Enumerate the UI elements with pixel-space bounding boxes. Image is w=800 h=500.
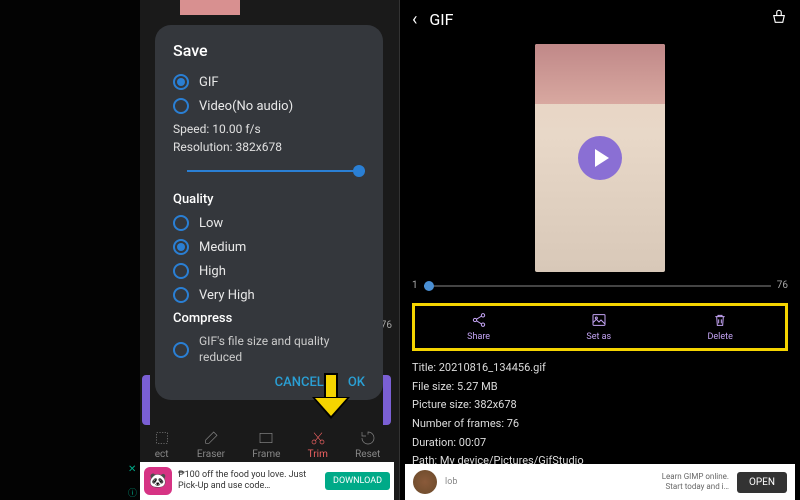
info-picsize: Picture size: 382x678 [412, 396, 788, 415]
share-label: Share [467, 332, 490, 342]
compress-desc: GIF's file size and quality reduced [199, 334, 365, 365]
file-info: Title: 20210816_134456.gif File size: 5.… [400, 359, 800, 479]
slider-track [187, 170, 365, 172]
timeline-thumb[interactable] [424, 281, 434, 291]
ad-app-icon: 🐼 [144, 467, 172, 495]
radio-icon [173, 215, 189, 231]
ad-info-icon[interactable]: ⓘ [128, 486, 140, 498]
quality-high-label: High [199, 264, 226, 279]
ad-text: ₱100 off the food you love. Just Pick-Up… [178, 470, 319, 492]
radio-icon [173, 342, 189, 358]
ad-label: lob [445, 477, 457, 487]
basket-icon[interactable] [770, 8, 788, 30]
trim-handle-right[interactable] [383, 375, 391, 425]
quality-low-option[interactable]: Low [173, 215, 365, 231]
header: ‹ GIF [400, 0, 800, 38]
resolution-slider[interactable] [173, 164, 365, 178]
compress-label: Compress [173, 311, 365, 326]
format-video-label: Video(No audio) [199, 99, 293, 114]
dialog-actions: CANCEL OK [173, 375, 365, 390]
info-duration: Duration: 00:07 [412, 434, 788, 453]
quality-low-label: Low [199, 216, 223, 231]
play-button[interactable] [578, 136, 622, 180]
ad-banner[interactable]: ✕ ⓘ 🐼 ₱100 off the food you love. Just P… [140, 462, 394, 500]
setas-button[interactable]: Set as [586, 312, 611, 342]
cancel-button[interactable]: CANCEL [275, 375, 324, 390]
dialog-title: Save [173, 41, 365, 60]
format-gif-label: GIF [199, 75, 219, 90]
radio-icon [173, 98, 189, 114]
editor-toolbar: ect Eraser Frame Trim Reset [140, 430, 394, 460]
resolution-line: Resolution: 382x678 [173, 140, 365, 154]
trim-handle-left[interactable] [142, 375, 150, 425]
quality-medium-option[interactable]: Medium [173, 239, 365, 255]
setas-label: Set as [586, 332, 611, 342]
quality-veryhigh-label: Very High [199, 288, 255, 303]
timeline-end: 76 [777, 280, 788, 291]
right-phone-screen: ‹ GIF 1 76 Share Set as Delete Title [400, 0, 800, 500]
delete-button[interactable]: Delete [707, 312, 732, 342]
ok-button[interactable]: OK [348, 375, 365, 390]
speed-line: Speed: 10.00 f/s [173, 122, 365, 136]
ad-text: Learn GIMP online. Start today and i… [465, 472, 729, 493]
timeline-start: 1 [412, 280, 418, 291]
info-title: Title: 20210816_134456.gif [412, 359, 788, 378]
info-frames: Number of frames: 76 [412, 415, 788, 434]
quality-high-option[interactable]: High [173, 263, 365, 279]
quality-medium-label: Medium [199, 240, 246, 255]
radio-icon [173, 263, 189, 279]
quality-veryhigh-option[interactable]: Very High [173, 287, 365, 303]
preview-strip [180, 0, 240, 15]
timeline-track[interactable] [424, 285, 771, 287]
slider-thumb[interactable] [353, 165, 365, 177]
format-video-option[interactable]: Video(No audio) [173, 98, 365, 114]
radio-icon [173, 74, 189, 90]
save-dialog: Save GIF Video(No audio) Speed: 10.00 f/… [155, 25, 383, 400]
share-button[interactable]: Share [467, 312, 490, 342]
page-title: GIF [429, 10, 758, 29]
tool-select[interactable]: ect [154, 430, 170, 460]
radio-icon [173, 239, 189, 255]
ad-app-icon [413, 470, 437, 494]
ad-open-button[interactable]: OPEN [737, 472, 787, 493]
quality-label: Quality [173, 192, 365, 207]
tool-reset[interactable]: Reset [355, 430, 380, 460]
playback-timeline[interactable]: 1 76 [400, 272, 800, 299]
info-filesize: File size: 5.27 MB [412, 378, 788, 397]
format-gif-option[interactable]: GIF [173, 74, 365, 90]
tool-eraser[interactable]: Eraser [197, 430, 225, 460]
tool-trim[interactable]: Trim [308, 430, 328, 460]
ad-download-button[interactable]: DOWNLOAD [325, 472, 390, 490]
ad-close-icon[interactable]: ✕ [128, 464, 140, 476]
preview-bg-top [535, 44, 665, 104]
tool-frame[interactable]: Frame [252, 430, 280, 460]
actions-highlight: Share Set as Delete [412, 303, 788, 351]
delete-label: Delete [707, 332, 732, 342]
compress-option[interactable]: GIF's file size and quality reduced [173, 334, 365, 365]
radio-icon [173, 287, 189, 303]
ad-banner[interactable]: lob Learn GIMP online. Start today and i… [405, 464, 795, 500]
back-icon[interactable]: ‹ [412, 9, 417, 30]
left-scrim [0, 0, 140, 500]
left-phone-screen: 76 Save GIF Video(No audio) Speed: 10.00… [0, 0, 400, 500]
gif-preview[interactable] [535, 44, 665, 272]
